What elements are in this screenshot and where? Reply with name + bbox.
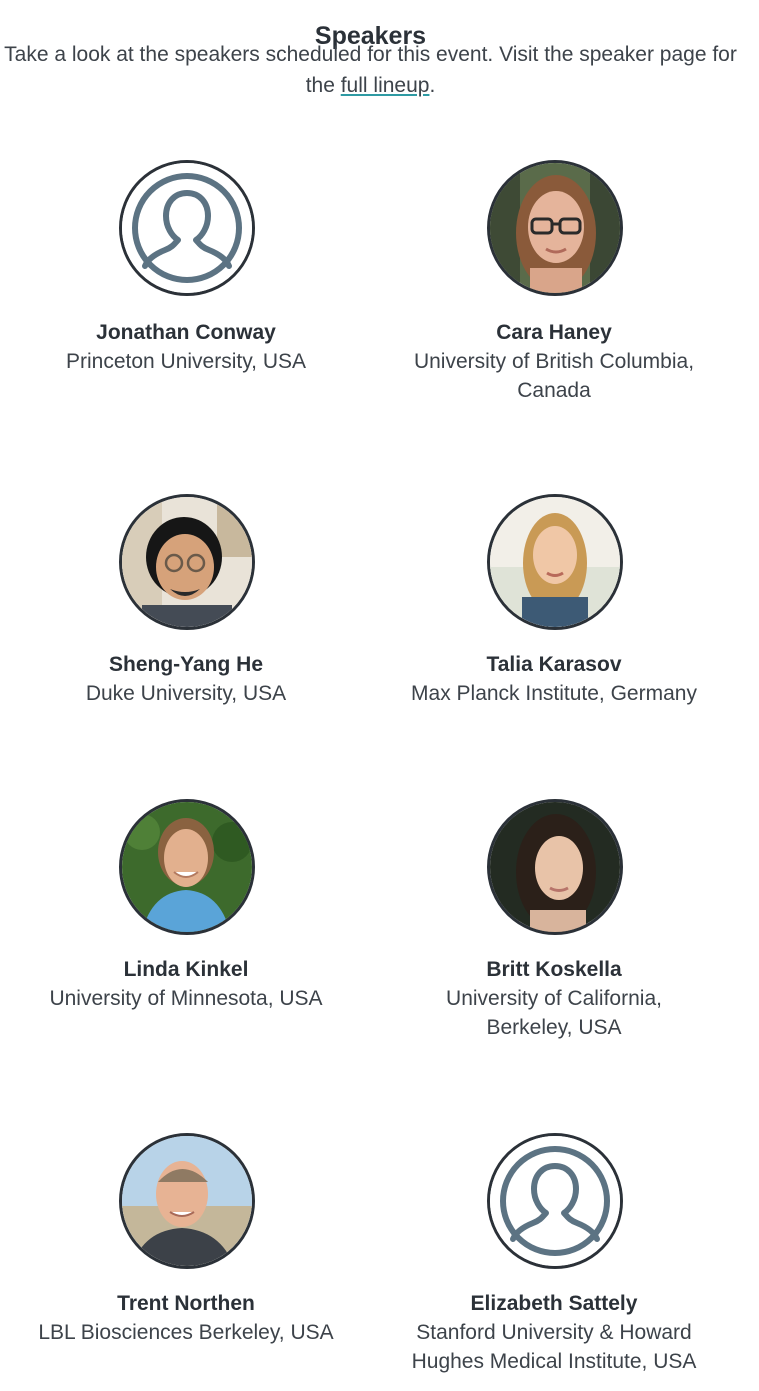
speaker-card: Elizabeth Sattely Stanford University & …	[370, 1133, 738, 1383]
placeholder-avatar-icon	[487, 1133, 623, 1269]
speaker-affiliation: University of Minnesota, USA	[49, 987, 323, 1010]
speaker-card: Talia Karasov Max Planck Institute, Germ…	[370, 494, 738, 714]
speaker-photo	[119, 799, 255, 935]
speaker-photo	[119, 494, 255, 630]
section-intro: Take a look at the speakers scheduled fo…	[0, 39, 741, 101]
speaker-name: Britt Koskella	[486, 958, 622, 981]
speaker-card: Britt Koskella University of California,…	[370, 799, 738, 1049]
speaker-card: Jonathan Conway Princeton University, US…	[2, 160, 370, 410]
speaker-photo	[487, 799, 623, 935]
speaker-photo	[119, 1133, 255, 1269]
intro-end: .	[429, 74, 436, 97]
speaker-photo	[487, 160, 623, 296]
speaker-card: Linda Kinkel University of Minnesota, US…	[2, 799, 370, 1049]
speaker-name: Linda Kinkel	[123, 958, 249, 981]
speaker-affiliation: University of California, Berkeley, USA	[446, 987, 662, 1039]
speaker-card: Sheng-Yang He Duke University, USA	[2, 494, 370, 714]
speaker-photo	[487, 494, 623, 630]
full-lineup-link[interactable]: full lineup	[341, 74, 430, 97]
speaker-name: Cara Haney	[496, 321, 612, 344]
speaker-name: Talia Karasov	[486, 653, 622, 676]
placeholder-avatar-icon	[119, 160, 255, 296]
speaker-name: Sheng-Yang He	[108, 653, 264, 676]
speaker-affiliation: University of British Columbia, Canada	[413, 350, 695, 402]
speaker-card: Trent Northen LBL Biosciences Berkeley, …	[2, 1133, 370, 1383]
speaker-card: Cara Haney University of British Columbi…	[370, 160, 738, 410]
speaker-affiliation: Stanford University & Howard Hughes Medi…	[411, 1321, 697, 1373]
speaker-name: Jonathan Conway	[96, 321, 276, 344]
speaker-affiliation: Princeton University, USA	[65, 350, 307, 373]
speaker-affiliation: LBL Biosciences Berkeley, USA	[38, 1321, 334, 1344]
speaker-affiliation: Max Planck Institute, Germany	[411, 682, 697, 705]
speaker-name: Trent Northen	[117, 1292, 255, 1315]
speaker-name: Elizabeth Sattely	[470, 1292, 638, 1315]
speaker-affiliation: Duke University, USA	[85, 682, 287, 705]
